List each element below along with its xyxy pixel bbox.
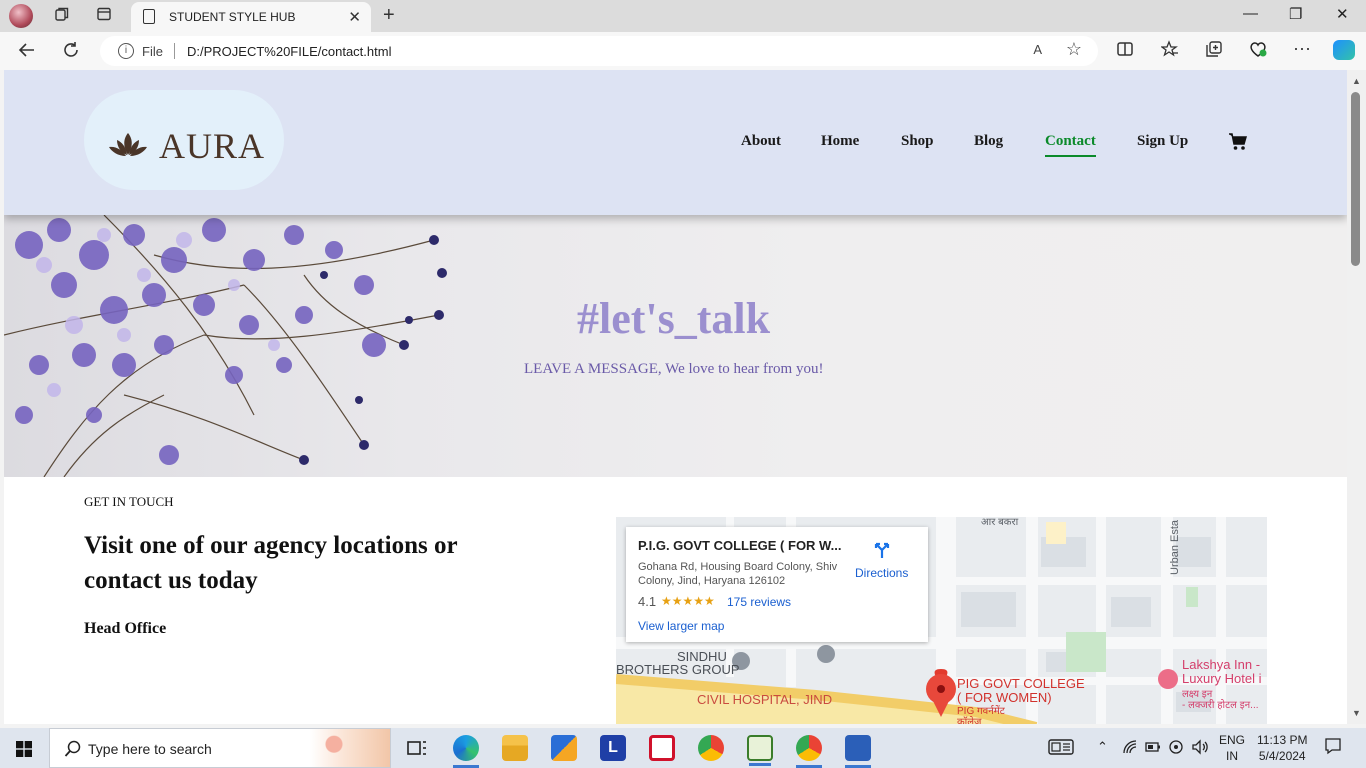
directions-link[interactable]: Directions xyxy=(855,566,908,580)
cart-icon[interactable] xyxy=(1228,132,1248,152)
map-label-top-hindi: आर बकरा xyxy=(981,517,1019,528)
copilot-icon[interactable] xyxy=(1333,40,1355,60)
nav-contact[interactable]: Contact xyxy=(1045,133,1096,157)
read-aloud-icon[interactable]: A xyxy=(1033,42,1042,57)
file-label: File xyxy=(142,44,163,59)
favorite-star-icon[interactable]: ☆ xyxy=(1066,39,1082,60)
nav-sign-up[interactable]: Sign Up xyxy=(1137,133,1188,150)
back-icon[interactable] xyxy=(18,41,36,64)
taskbar-clock[interactable]: 11:13 PM 5/4/2024 xyxy=(1257,732,1307,764)
close-tab-icon[interactable]: ✕ xyxy=(348,8,361,26)
map-label-urban-estate: Urban Esta xyxy=(1169,519,1181,575)
map-label-luxury-hotel: Luxury Hotel i xyxy=(1182,671,1262,686)
url-bar[interactable]: i File D:/PROJECT%20FILE/contact.html A … xyxy=(100,36,1098,66)
map-rating-stars: ★★★★★ xyxy=(661,594,715,608)
windows-start-icon[interactable] xyxy=(16,741,32,757)
refresh-icon[interactable] xyxy=(62,41,80,64)
word-icon[interactable] xyxy=(845,735,871,768)
map-label-lakshya-inn: Lakshya Inn - xyxy=(1182,657,1261,672)
scroll-up-arrow[interactable]: ▲ xyxy=(1352,76,1361,86)
lotus-icon xyxy=(109,133,147,156)
tab-student-style-hub[interactable]: STUDENT STYLE HUB ✕ xyxy=(131,2,371,32)
browser-essentials-icon[interactable] xyxy=(1249,40,1267,63)
hero-subtitle: LEAVE A MESSAGE, We love to hear from yo… xyxy=(524,361,824,377)
file-explorer-icon[interactable] xyxy=(502,735,528,761)
nav-about[interactable]: About xyxy=(741,133,781,150)
more-options-icon[interactable]: ··· xyxy=(1293,38,1311,59)
taskbar-search-box[interactable]: Type here to search xyxy=(49,728,391,768)
nav-shop[interactable]: Shop xyxy=(901,133,934,150)
notifications-icon[interactable] xyxy=(1324,737,1342,758)
brand-name: AURA xyxy=(159,126,266,166)
search-highlight-image xyxy=(310,729,390,767)
profile-avatar[interactable] xyxy=(9,4,33,28)
new-tab-button[interactable]: + xyxy=(383,4,395,27)
windows-taskbar: Type here to search L ⌃ ENG IN 11:13 PM … xyxy=(0,728,1366,768)
map-place-name: P.I.G. GOVT COLLEGE ( FOR W... xyxy=(638,538,842,553)
scroll-down-arrow[interactable]: ▼ xyxy=(1352,708,1361,718)
page-scrollbar[interactable]: ▲ ▼ xyxy=(1347,70,1366,724)
battery-icon[interactable] xyxy=(1145,739,1161,758)
map-label-pig-college: PIG GOVT COLLEGE xyxy=(957,676,1085,691)
map-label-brothers-group: BROTHERS GROUP xyxy=(616,662,740,677)
task-view-icon[interactable] xyxy=(404,735,430,761)
clock-date: 5/4/2024 xyxy=(1258,749,1306,763)
volume-icon[interactable] xyxy=(1191,739,1209,758)
browser-tab-bar: STUDENT STYLE HUB ✕ + — ❐ ✕ xyxy=(0,0,1366,32)
map-label-college-hindi-2: कॉलेज xyxy=(957,717,982,724)
logo[interactable]: AURA xyxy=(84,90,284,190)
view-larger-map-link[interactable]: View larger map xyxy=(638,619,724,633)
search-icon xyxy=(64,740,81,757)
page-viewport: AURA About Home Shop Blog Contact Sign U… xyxy=(4,70,1347,724)
map-rating: 4.1 xyxy=(638,594,657,609)
minimize-button[interactable]: — xyxy=(1243,5,1258,22)
edge-taskbar-icon[interactable] xyxy=(453,735,479,768)
flowers-image xyxy=(4,215,447,477)
map-reviews-link[interactable]: 175 reviews xyxy=(727,595,791,609)
language-indicator[interactable]: ENG IN xyxy=(1219,732,1245,764)
address-toolbar: i File D:/PROJECT%20FILE/contact.html A … xyxy=(0,32,1366,70)
hero-banner: #let's_talk LEAVE A MESSAGE, We love to … xyxy=(4,215,1347,477)
lenovo-app-icon[interactable]: L xyxy=(600,735,626,761)
map-address: Gohana Rd, Housing Board Colony, Shiv Co… xyxy=(638,561,838,587)
wifi-icon[interactable] xyxy=(1122,739,1138,758)
contact-heading: Visit one of our agency locations or con… xyxy=(84,532,458,594)
map-label-civil-hospital: CIVIL HOSPITAL, JIND xyxy=(697,692,833,707)
url-separator xyxy=(174,43,175,59)
document-icon xyxy=(143,9,155,24)
site-info-icon[interactable]: i xyxy=(118,43,134,59)
clock-time: 11:13 PM xyxy=(1257,733,1308,747)
split-screen-icon[interactable] xyxy=(1116,40,1134,63)
directions-icon[interactable] xyxy=(873,541,891,559)
show-hidden-icons-chevron-icon[interactable]: ⌃ xyxy=(1097,739,1108,755)
favorites-icon[interactable] xyxy=(1160,40,1179,63)
keyboard-tray-icon[interactable] xyxy=(1048,738,1074,759)
map-place-card: P.I.G. GOVT COLLEGE ( FOR W... Gohana Rd… xyxy=(626,527,928,642)
close-window-button[interactable]: ✕ xyxy=(1336,5,1349,23)
chart-app-icon[interactable] xyxy=(747,735,773,766)
maximize-button[interactable]: ❐ xyxy=(1289,5,1302,23)
hero-title: #let's_talk xyxy=(577,294,771,343)
search-placeholder: Type here to search xyxy=(88,741,212,757)
chrome-icon[interactable] xyxy=(698,735,724,761)
mcafee-icon[interactable] xyxy=(649,735,675,761)
tab-actions-icon[interactable] xyxy=(94,6,114,26)
chrome-profile-icon[interactable] xyxy=(796,735,822,768)
head-office-heading: Head Office xyxy=(84,620,167,637)
collections-icon[interactable] xyxy=(1205,40,1223,63)
tab-title: STUDENT STYLE HUB xyxy=(169,10,296,24)
url-text[interactable]: D:/PROJECT%20FILE/contact.html xyxy=(187,44,391,59)
get-in-touch-label: GET IN TOUCH xyxy=(84,494,174,509)
meet-now-icon[interactable] xyxy=(1168,739,1184,758)
language-line-2: IN xyxy=(1226,749,1238,763)
nav-blog[interactable]: Blog xyxy=(974,133,1003,150)
nav-home[interactable]: Home xyxy=(821,133,859,150)
workspaces-icon[interactable] xyxy=(52,6,72,26)
site-header: AURA About Home Shop Blog Contact Sign U… xyxy=(4,70,1347,215)
map-label-hotel-hindi-2: - लक्जरी होटल इन... xyxy=(1182,700,1259,711)
google-map-embed[interactable]: SINDHU BROTHERS GROUP CIVIL HOSPITAL, JI… xyxy=(616,517,1267,724)
language-line-1: ENG xyxy=(1219,733,1246,747)
microsoft-store-icon[interactable] xyxy=(551,735,577,761)
scroll-thumb[interactable] xyxy=(1351,92,1360,266)
